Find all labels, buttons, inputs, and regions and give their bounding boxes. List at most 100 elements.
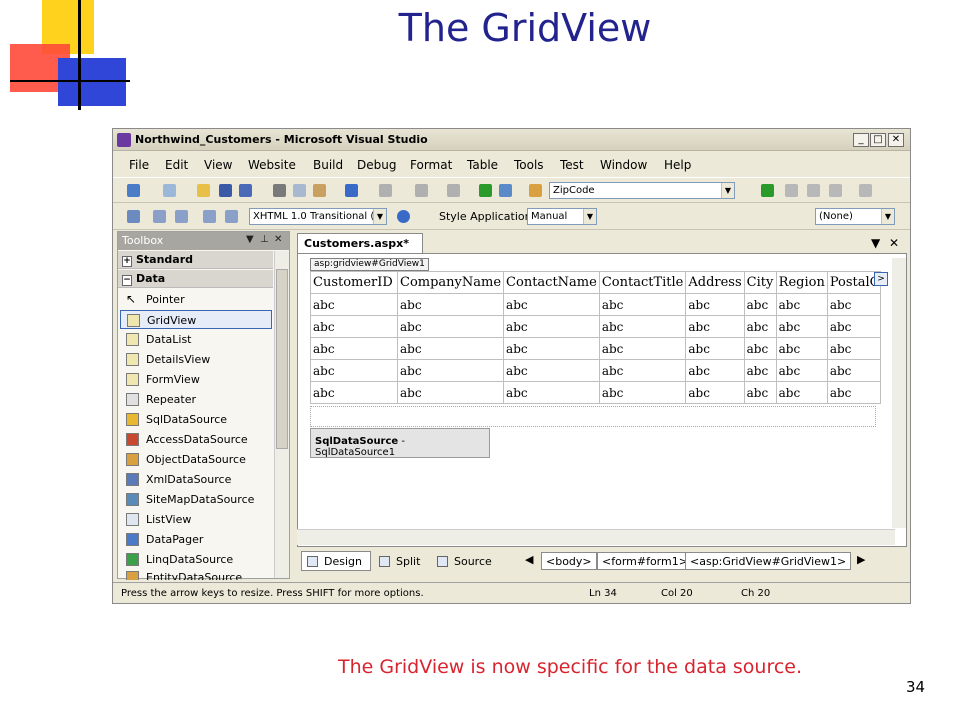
tab-split[interactable]: Split (373, 551, 429, 571)
scroll-right-icon[interactable]: ▶ (857, 553, 865, 566)
save-all-icon[interactable] (239, 184, 252, 197)
toolbox-item-listview[interactable]: ListView (120, 510, 272, 529)
toolbox-item-detailsview[interactable]: DetailsView (120, 350, 272, 369)
sqldatasource-control[interactable]: SqlDataSource - SqlDataSource1 (310, 428, 490, 458)
menu-website[interactable]: Website (248, 158, 296, 172)
navigate-forward-icon[interactable] (447, 184, 460, 197)
find-combo[interactable]: ZipCode ▼ (549, 182, 735, 199)
table-cell: abc (598, 381, 687, 404)
toolbox-group-standard[interactable]: + Standard (118, 251, 273, 269)
menu-debug[interactable]: Debug (357, 158, 396, 172)
toolbox-item-datalist[interactable]: DataList (120, 330, 272, 349)
redo-icon[interactable] (379, 184, 392, 197)
dropdown-icon[interactable]: ▼ (246, 234, 254, 245)
menu-build[interactable]: Build (313, 158, 343, 172)
gridview-control[interactable]: CustomerID CompanyName ContactName Conta… (310, 271, 881, 404)
active-files-icon[interactable]: ▼ (871, 236, 880, 250)
restart-icon[interactable] (829, 184, 842, 197)
scrollbar-thumb[interactable] (276, 269, 288, 449)
minimize-button[interactable]: _ (853, 133, 869, 147)
design-surface: asp:gridview#GridView1 CustomerID Compan… (297, 253, 907, 547)
check-accessibility-icon[interactable] (397, 210, 410, 223)
tab-label: Split (396, 555, 421, 568)
find-icon[interactable] (529, 184, 542, 197)
menu-file[interactable]: File (129, 158, 149, 172)
cut-icon[interactable] (273, 184, 286, 197)
toolbox-item-accessdatasource[interactable]: AccessDataSource (120, 430, 272, 449)
copy-icon[interactable] (293, 184, 306, 197)
scroll-left-icon[interactable]: ◀ (525, 553, 533, 566)
toolbox-item-linqdatasource[interactable]: LinqDataSource (120, 550, 272, 569)
decrease-indent-icon[interactable] (153, 210, 166, 223)
target-rule-combo[interactable]: (None) ▼ (815, 208, 895, 225)
toolbox-item-sqldatasource[interactable]: SqlDataSource (120, 410, 272, 429)
paste-icon[interactable] (313, 184, 326, 197)
add-item-icon[interactable] (163, 184, 176, 197)
menu-view[interactable]: View (204, 158, 232, 172)
listview-icon (126, 513, 139, 526)
increase-indent-icon[interactable] (175, 210, 188, 223)
menu-table[interactable]: Table (467, 158, 498, 172)
window-title: Northwind_Customers - Microsoft Visual S… (135, 133, 428, 146)
show-next-statement-icon[interactable] (859, 184, 872, 197)
table-row: abc abc abc abc abc abc abc abc (310, 293, 881, 316)
break-all-icon[interactable] (785, 184, 798, 197)
new-project-icon[interactable] (127, 184, 140, 197)
menu-window[interactable]: Window (600, 158, 647, 172)
chevron-down-icon[interactable]: ▼ (583, 209, 596, 224)
toolbox-item-objectdatasource[interactable]: ObjectDataSource (120, 450, 272, 469)
toolbox-item-pointer[interactable]: ↖ Pointer (120, 290, 272, 309)
table-cell: abc (310, 359, 398, 382)
start-debugging-icon[interactable] (479, 184, 492, 197)
toolbox-item-formview[interactable]: FormView (120, 370, 272, 389)
close-icon[interactable]: ✕ (274, 234, 282, 245)
stop-debugging-icon[interactable] (807, 184, 820, 197)
style-application-combo[interactable]: Manual ▼ (527, 208, 597, 225)
menu-format[interactable]: Format (410, 158, 452, 172)
view-in-browser-icon[interactable] (499, 184, 512, 197)
table-header-row: CustomerID CompanyName ContactName Conta… (310, 271, 881, 294)
toolbox-item-datapager[interactable]: DataPager (120, 530, 272, 549)
format-icon[interactable] (127, 210, 140, 223)
pin-icon[interactable]: ⊥ (260, 234, 269, 245)
navigate-backward-icon[interactable] (415, 184, 428, 197)
continue-icon[interactable] (761, 184, 774, 197)
gridview-resize-border[interactable] (310, 406, 876, 427)
undo-icon[interactable] (345, 184, 358, 197)
tab-design[interactable]: Design (301, 551, 371, 571)
chevron-down-icon[interactable]: ▼ (373, 209, 386, 224)
uncomment-icon[interactable] (225, 210, 238, 223)
design-horizontal-scrollbar[interactable] (297, 529, 895, 545)
datalist-icon (126, 333, 139, 346)
breadcrumb-form[interactable]: <form#form1> (597, 552, 693, 570)
tab-customers-aspx[interactable]: Customers.aspx* (297, 233, 423, 253)
menu-tools[interactable]: Tools (514, 158, 544, 172)
tab-source[interactable]: Source (431, 551, 501, 571)
comment-icon[interactable] (203, 210, 216, 223)
chevron-down-icon[interactable]: ▼ (881, 209, 894, 224)
chevron-down-icon[interactable]: ▼ (721, 183, 734, 198)
menu-test[interactable]: Test (560, 158, 584, 172)
maximize-button[interactable]: □ (870, 133, 886, 147)
toolbox-item-sitemapdatasource[interactable]: SiteMapDataSource (120, 490, 272, 509)
breadcrumb-body[interactable]: <body> (541, 552, 597, 570)
menu-help[interactable]: Help (664, 158, 691, 172)
close-button[interactable]: ✕ (888, 133, 904, 147)
open-folder-icon[interactable] (197, 184, 210, 197)
toolbox-item-gridview[interactable]: GridView (120, 310, 272, 329)
toolbox-item-repeater[interactable]: Repeater (120, 390, 272, 409)
table-cell: abc (396, 381, 505, 404)
toolbox-scrollbar[interactable] (274, 251, 289, 578)
toolbox-item-xmldatasource[interactable]: XmlDataSource (120, 470, 272, 489)
doctype-combo[interactable]: XHTML 1.0 Transitional ( ▼ (249, 208, 387, 225)
menu-edit[interactable]: Edit (165, 158, 188, 172)
design-vertical-scrollbar[interactable] (892, 258, 906, 528)
toolbox-item-label: DataList (146, 333, 192, 346)
toolbox-item-entitydatasource[interactable]: EntityDataSource (120, 568, 272, 580)
objectdatasource-icon (126, 453, 139, 466)
save-icon[interactable] (219, 184, 232, 197)
breadcrumb-gridview[interactable]: <asp:GridView#GridView1> (685, 552, 852, 570)
toolbox-group-data[interactable]: − Data (118, 270, 273, 288)
close-document-icon[interactable]: ✕ (889, 236, 899, 250)
smart-tag-button[interactable]: > (874, 272, 888, 286)
